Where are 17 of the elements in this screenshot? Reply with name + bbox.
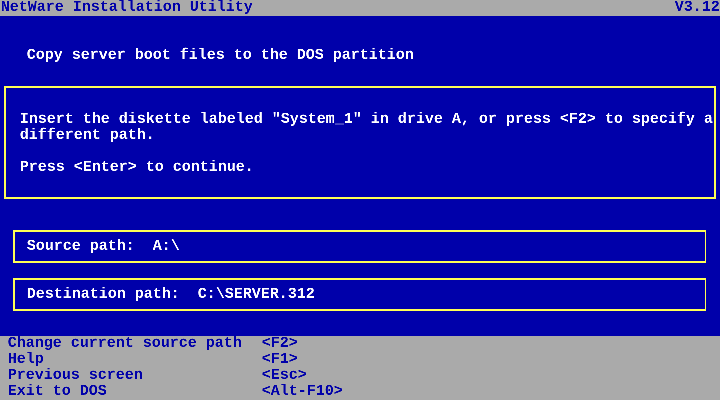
field-label: Source path: <box>27 239 136 257</box>
path-value: C:\SERVER.312 <box>198 287 316 305</box>
shortcut-key: <F1> <box>262 352 298 368</box>
screen-heading: Copy server boot files to the DOS partition <box>27 47 414 64</box>
shortcut-action: Change current source path <box>8 336 244 352</box>
shortcut-action: Previous screen <box>8 368 144 384</box>
field-label: Destination path: <box>27 287 180 305</box>
shortcut-key: <Esc> <box>262 368 308 384</box>
window-title: NetWare Installation Utility <box>1 0 254 16</box>
shortcut-key: <Alt-F10> <box>262 384 344 400</box>
shortcut-action: Exit to DOS <box>8 384 108 400</box>
message-text: Insert the diskette labeled "System_1" in drive A, or press <F2> to specify a different path. <box>20 112 714 144</box>
path-value: A:\ <box>153 239 180 257</box>
message-text: Press <Enter> to continue. <box>20 160 256 176</box>
version-label: V3.12 <box>674 0 720 16</box>
shortcut-key: <F2> <box>262 336 298 352</box>
shortcut-action: Help <box>8 352 46 368</box>
